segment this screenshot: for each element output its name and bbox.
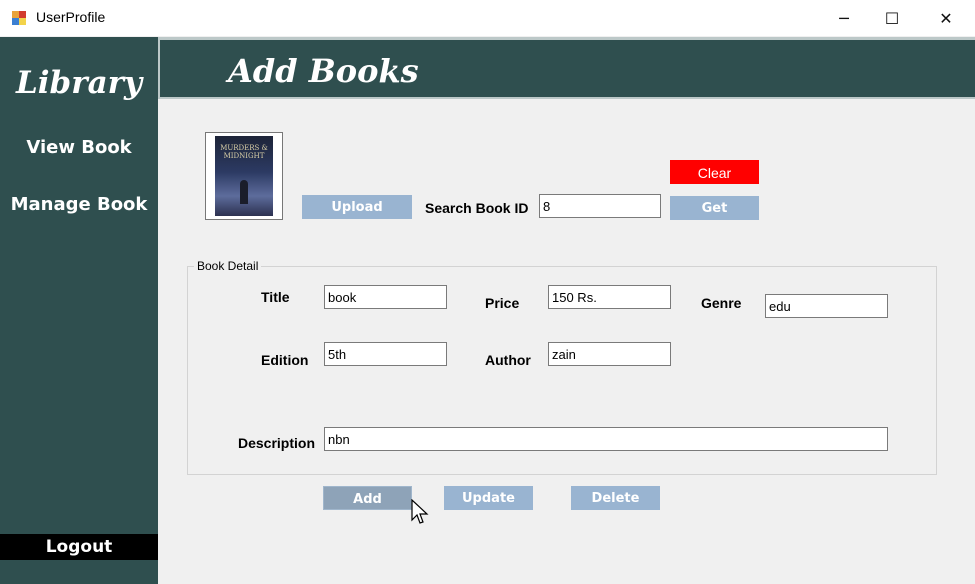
search-book-id-input[interactable] — [539, 194, 661, 218]
clear-button[interactable]: Clear — [670, 160, 759, 184]
upload-button[interactable]: Upload — [302, 195, 412, 219]
close-button[interactable]: ✕ — [923, 0, 969, 36]
title-bar: UserProfile ─ ☐ ✕ — [0, 0, 975, 36]
book-cover-image: MURDERS & MIDNIGHT — [205, 132, 283, 220]
cover-figure — [240, 180, 248, 204]
title-label: Title — [261, 289, 290, 305]
title-input[interactable] — [324, 285, 447, 309]
page-header: Add Books — [158, 37, 975, 99]
sidebar: Library View Book Manage Book Logout — [0, 37, 158, 584]
edition-label: Edition — [261, 352, 309, 368]
delete-button[interactable]: Delete — [571, 486, 660, 510]
maximize-button[interactable]: ☐ — [869, 0, 915, 36]
app-icon — [12, 11, 26, 25]
search-book-id-label: Search Book ID — [425, 200, 529, 216]
cover-title-text: MURDERS & MIDNIGHT — [220, 144, 268, 160]
sidebar-item-view-book[interactable]: View Book — [0, 137, 158, 158]
page-title: Add Books — [228, 52, 419, 90]
logout-button[interactable]: Logout — [0, 534, 158, 560]
book-detail-legend: Book Detail — [194, 259, 262, 273]
update-button[interactable]: Update — [444, 486, 533, 510]
minimize-button[interactable]: ─ — [821, 0, 867, 36]
add-button[interactable]: Add — [323, 486, 412, 510]
description-label: Description — [238, 435, 316, 451]
author-label: Author — [485, 352, 531, 368]
genre-input[interactable] — [765, 294, 888, 318]
window-title: UserProfile — [36, 9, 106, 25]
description-input[interactable] — [324, 427, 888, 451]
author-input[interactable] — [548, 342, 671, 366]
brand-logo: Library — [15, 65, 142, 101]
edition-input[interactable] — [324, 342, 447, 366]
mouse-pointer-icon — [411, 499, 429, 524]
genre-label: Genre — [701, 295, 742, 311]
cover-art: MURDERS & MIDNIGHT — [215, 136, 273, 216]
price-label: Price — [485, 295, 520, 311]
get-button[interactable]: Get — [670, 196, 759, 220]
price-input[interactable] — [548, 285, 671, 309]
sidebar-item-manage-book[interactable]: Manage Book — [0, 194, 158, 215]
